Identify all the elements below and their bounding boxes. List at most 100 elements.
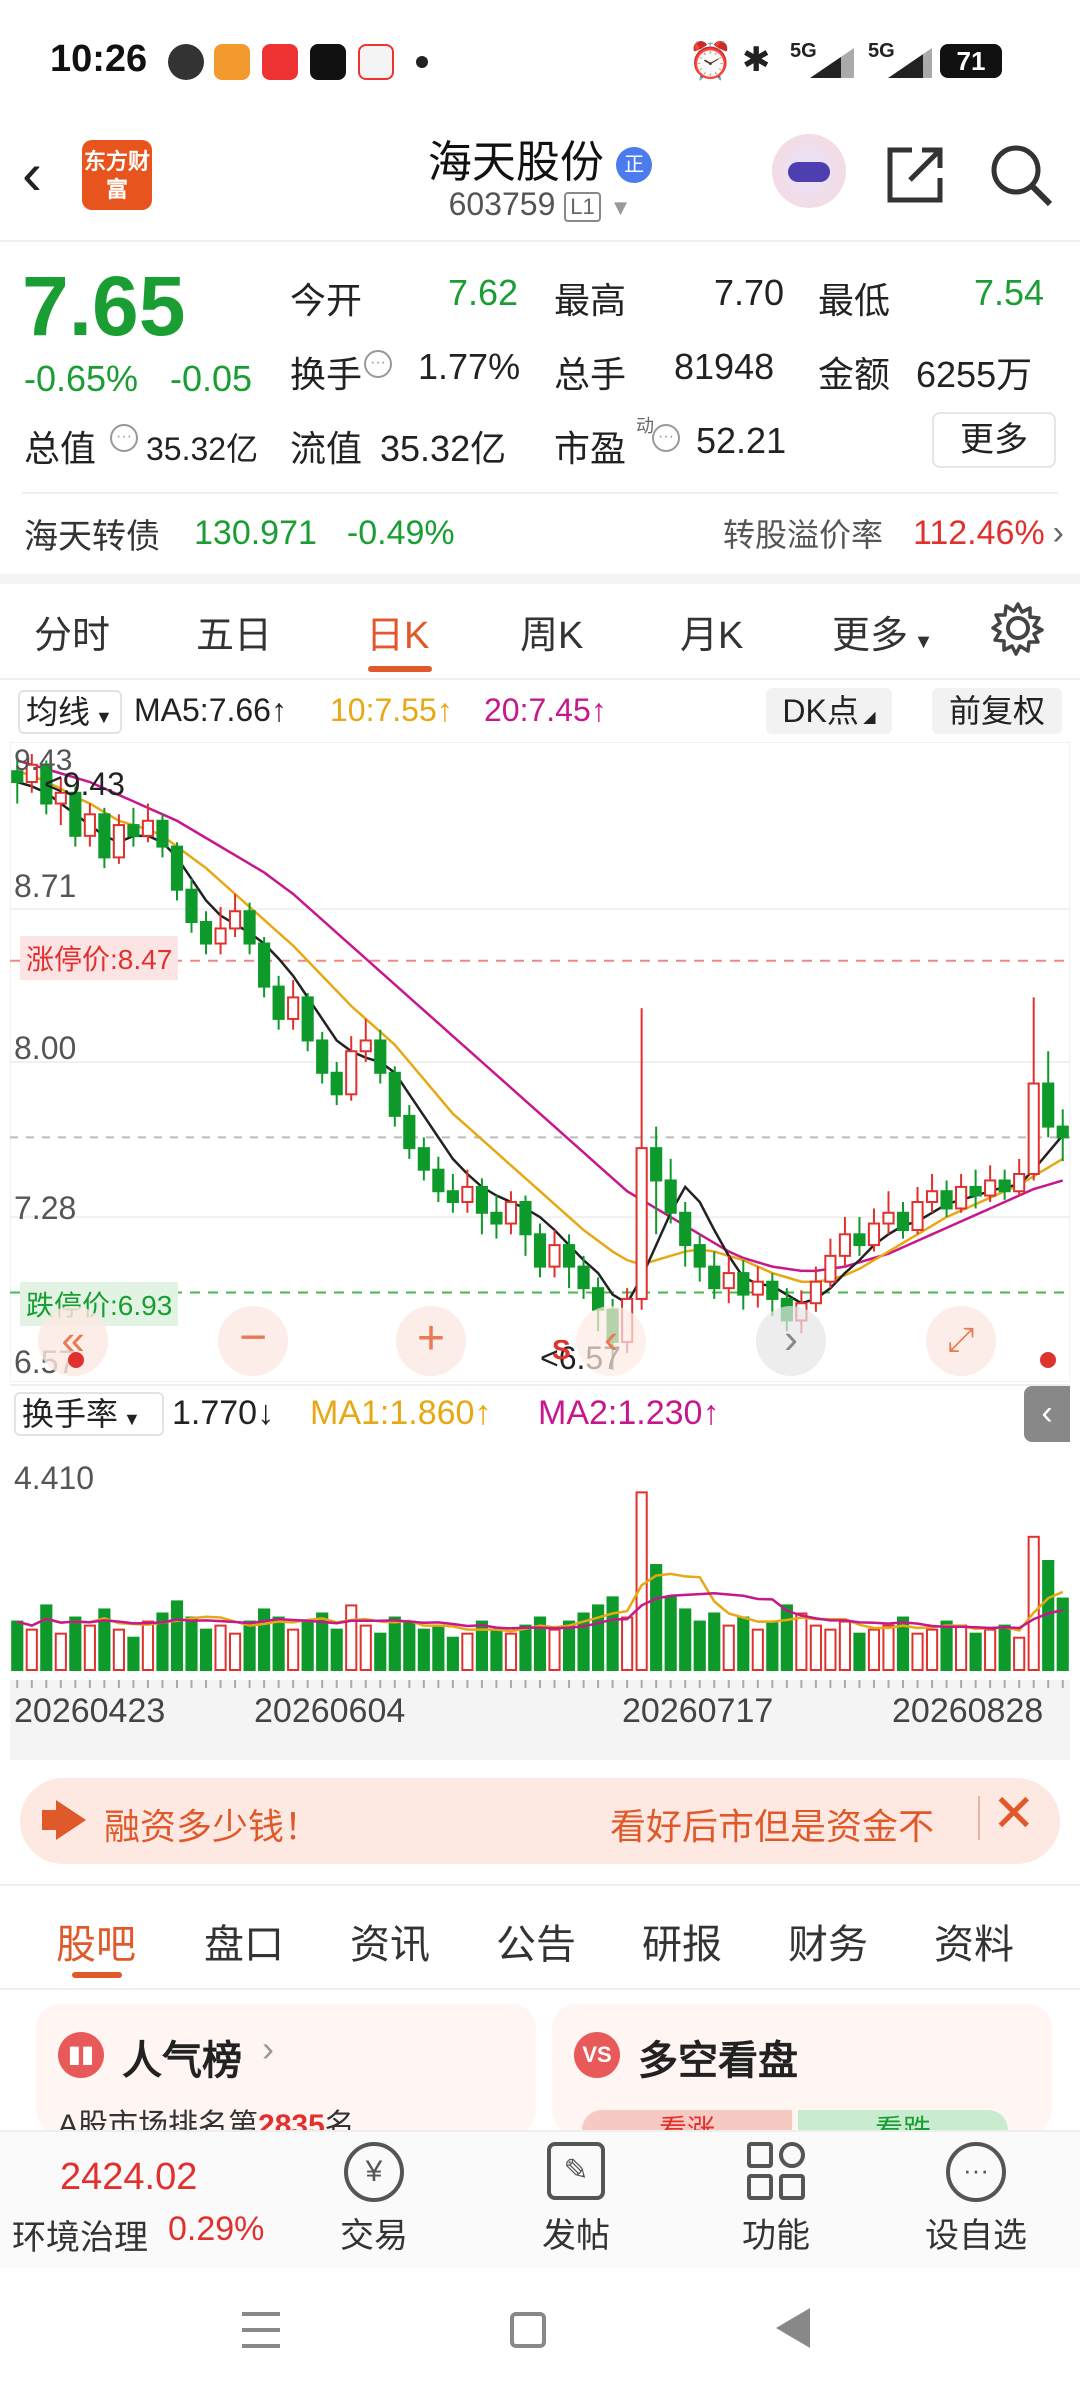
share-icon[interactable] bbox=[882, 142, 948, 208]
toutiao-icon bbox=[262, 44, 298, 80]
current-price: 7.65 bbox=[22, 259, 186, 353]
tab-daily-k[interactable]: 日K bbox=[366, 604, 429, 659]
volume-bar bbox=[548, 1628, 561, 1672]
tab-weekly-k[interactable]: 周K bbox=[520, 604, 583, 659]
yen-icon: ¥ bbox=[344, 2142, 404, 2202]
pe-label: 市盈 bbox=[554, 428, 627, 469]
alarm-icon: ⏰ bbox=[688, 40, 733, 81]
active-tab-indicator bbox=[368, 666, 432, 672]
candle-body bbox=[417, 1147, 430, 1171]
tab-monthly-k[interactable]: 月K bbox=[680, 604, 743, 659]
candle-body bbox=[98, 813, 111, 859]
vs-icon: VS bbox=[574, 2032, 620, 2078]
candle-body bbox=[824, 1254, 837, 1283]
nav-post[interactable]: ✎ 发帖 bbox=[496, 2142, 656, 2257]
volume-bar bbox=[998, 1624, 1011, 1671]
volume-bar bbox=[25, 1628, 38, 1672]
scroll-left-icon[interactable]: ‹ bbox=[576, 1306, 646, 1376]
volume-bar bbox=[708, 1612, 721, 1672]
ai-assistant-icon[interactable] bbox=[772, 134, 846, 208]
volume-bar bbox=[359, 1624, 372, 1671]
tab-finance[interactable]: 财务 bbox=[788, 1912, 868, 1970]
candle-body bbox=[650, 1147, 663, 1182]
convertible-bond-row[interactable]: 海天转债 130.971 -0.49% 转股溢价率 112.46% › bbox=[24, 510, 1064, 556]
more-quote-button[interactable]: 更多 bbox=[932, 412, 1056, 468]
tab-five-day[interactable]: 五日 bbox=[196, 604, 272, 659]
info-icon[interactable]: ··· bbox=[364, 350, 392, 378]
volume-bar bbox=[693, 1620, 706, 1671]
bull-bear-card[interactable]: VS 多空看盘 看涨 看跌 bbox=[552, 2004, 1052, 2150]
candle-body bbox=[359, 1039, 372, 1053]
bottom-tab-indicator bbox=[72, 1972, 122, 1978]
volume-bar bbox=[272, 1616, 285, 1672]
pe-dynamic-tag: 动 bbox=[636, 416, 654, 436]
menu-icon[interactable] bbox=[242, 2312, 280, 2348]
volume-bar bbox=[185, 1616, 198, 1672]
candle-body bbox=[1042, 1082, 1055, 1128]
volume-bar bbox=[795, 1612, 808, 1672]
candle-body bbox=[156, 819, 169, 848]
volume-bar bbox=[606, 1596, 619, 1671]
zoom-in-icon[interactable]: + bbox=[396, 1306, 466, 1376]
grid-icon bbox=[747, 2142, 805, 2200]
scroll-right-icon[interactable]: › bbox=[756, 1306, 826, 1376]
candle-body bbox=[838, 1233, 852, 1257]
change-abs: -0.05 bbox=[170, 358, 253, 399]
bond-price: 130.971 bbox=[194, 513, 317, 552]
tab-more[interactable]: 更多 ▼ bbox=[832, 604, 933, 659]
candle-body bbox=[722, 1272, 735, 1290]
index-name[interactable]: 环境治理 bbox=[12, 2210, 148, 2259]
candle-body bbox=[1056, 1125, 1069, 1139]
volume-bar bbox=[170, 1600, 184, 1672]
nav-functions[interactable]: 功能 bbox=[696, 2142, 856, 2257]
banner-divider bbox=[978, 1796, 980, 1840]
turnover-label: 换手 bbox=[290, 354, 363, 395]
edit-icon: ✎ bbox=[547, 2142, 605, 2200]
index-change[interactable]: 0.29% bbox=[168, 2210, 264, 2249]
home-icon[interactable] bbox=[510, 2312, 546, 2348]
index-value[interactable]: 2424.02 bbox=[60, 2156, 197, 2199]
indicator-select[interactable]: 换手率 ▼ bbox=[14, 1392, 164, 1436]
tab-news[interactable]: 资讯 bbox=[350, 1912, 430, 1970]
premium-value: 112.46% bbox=[912, 513, 1045, 552]
info-icon[interactable]: ··· bbox=[652, 424, 680, 452]
adjust-button[interactable]: 前复权 bbox=[932, 688, 1062, 734]
close-icon[interactable]: ✕ bbox=[992, 1784, 1036, 1844]
marker-dot bbox=[1040, 1352, 1056, 1368]
chevron-right-icon: › bbox=[1052, 513, 1064, 552]
open-label: 今开 bbox=[290, 280, 363, 321]
volume-bar bbox=[345, 1604, 358, 1671]
tab-guba[interactable]: 股吧 bbox=[56, 1912, 136, 1970]
volume-bar bbox=[940, 1620, 953, 1671]
candle-body bbox=[83, 813, 96, 837]
app-header: ‹ 东方财富 海天股份 正 603759 L1 ▼ bbox=[0, 120, 1080, 240]
ma-select[interactable]: 均线 ▼ bbox=[18, 690, 122, 734]
promo-banner[interactable]: 融资多少钱！ 看好后市但是资金不 ✕ bbox=[20, 1778, 1060, 1864]
info-icon[interactable]: ··· bbox=[110, 424, 138, 452]
popularity-card[interactable]: ▮▮ 人气榜 › A股市场排名第2835名 bbox=[36, 2004, 536, 2142]
volume-bar bbox=[925, 1628, 939, 1672]
turnover-chart[interactable] bbox=[10, 1448, 1070, 1680]
tab-pankou[interactable]: 盘口 bbox=[204, 1912, 284, 1970]
nav-trade[interactable]: ¥ 交易 bbox=[294, 2142, 454, 2257]
tiktok-icon bbox=[310, 44, 346, 80]
dk-point-button[interactable]: DK点 ◢ bbox=[766, 688, 892, 734]
candle-body bbox=[258, 942, 271, 988]
tab-research[interactable]: 研报 bbox=[642, 1912, 722, 1970]
candle-body bbox=[388, 1071, 401, 1117]
collapse-panel-icon[interactable]: ‹ bbox=[1024, 1386, 1070, 1442]
search-icon[interactable] bbox=[986, 140, 1056, 210]
fullscreen-icon[interactable]: ⤢ bbox=[926, 1306, 996, 1376]
change-pct: -0.65% bbox=[24, 358, 139, 399]
back-icon[interactable] bbox=[776, 2308, 810, 2348]
tab-profile[interactable]: 资料 bbox=[934, 1912, 1014, 1970]
zoom-out-icon[interactable]: − bbox=[218, 1306, 288, 1376]
tab-intraday[interactable]: 分时 bbox=[34, 604, 110, 659]
candle-body bbox=[911, 1201, 924, 1231]
tab-announcements[interactable]: 公告 bbox=[496, 1912, 576, 1970]
nav-add-watchlist[interactable]: ··· 设自选 bbox=[896, 2142, 1056, 2257]
candle-body bbox=[475, 1185, 488, 1214]
settings-gear-icon[interactable] bbox=[990, 600, 1046, 656]
candle-body bbox=[955, 1185, 968, 1210]
candle-body bbox=[984, 1179, 997, 1197]
